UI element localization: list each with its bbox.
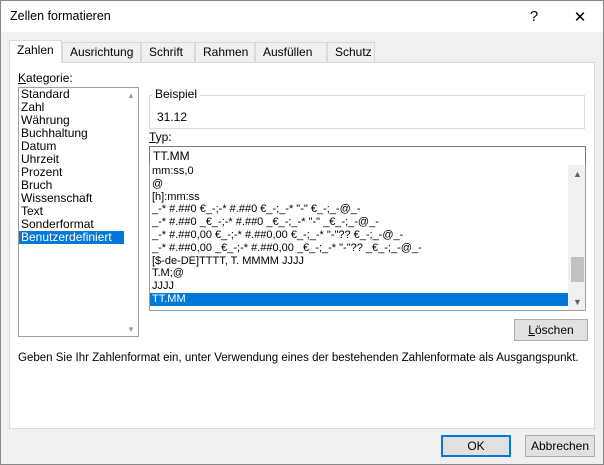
- category-item[interactable]: Benutzerdefiniert: [19, 231, 138, 244]
- category-label: Kategorie:: [18, 71, 73, 85]
- format-cells-dialog: Zellen formatieren ? ✕ Zahlen Ausrichtun…: [0, 0, 604, 465]
- tab-panel-zahlen: Kategorie: Standard Zahl Währung Buchhaltun…: [9, 62, 595, 429]
- example-value: 31.12: [157, 110, 188, 124]
- help-icon: ?: [529, 8, 539, 25]
- tab-label: Ausrichtung: [70, 45, 134, 59]
- tab-label: Zahlen: [17, 43, 54, 57]
- format-item[interactable]: [h]:mm:ss: [150, 191, 585, 204]
- tab-ausrichtung[interactable]: Ausrichtung: [62, 42, 141, 62]
- tab-label: Ausfüllen: [263, 45, 313, 59]
- delete-button[interactable]: Löschen: [514, 319, 588, 341]
- format-items: mm:ss,0 @ [h]:mm:ss _-* #.##0 €_-;-* #.##0 …: [150, 165, 585, 306]
- type-input[interactable]: TT.MM: [149, 146, 586, 166]
- window-title: Zellen formatieren: [10, 9, 111, 23]
- cancel-button-label: Abbrechen: [530, 439, 590, 453]
- format-scrollbar[interactable]: ▲ ▼: [568, 165, 585, 310]
- tab-schrift[interactable]: Schrift: [141, 42, 195, 62]
- tab-label: Schutz: [335, 45, 372, 59]
- format-item[interactable]: [$-de-DE]TTTT, T. MMMM JJJJ: [150, 255, 585, 268]
- close-icon: ✕: [573, 8, 587, 26]
- scroll-up-icon[interactable]: ▲: [569, 165, 585, 182]
- scroll-thumb[interactable]: [571, 257, 584, 282]
- tab-label: Schrift: [149, 45, 184, 59]
- example-label: Beispiel: [152, 87, 201, 101]
- category-list[interactable]: Standard Zahl Währung Buchhaltung Datum Uhrze…: [18, 87, 139, 337]
- format-item[interactable]: _-* #.##0,00 €_-;-* #.##0,00 €_-;_-* "-"…: [150, 229, 585, 242]
- type-label: Typ:: [149, 130, 172, 144]
- ok-button-label: OK: [467, 439, 485, 453]
- help-button[interactable]: ?: [511, 1, 557, 32]
- scroll-down-icon[interactable]: ▼: [569, 293, 585, 310]
- format-item[interactable]: mm:ss,0: [150, 165, 585, 178]
- close-button[interactable]: ✕: [557, 1, 603, 32]
- title-bar: Zellen formatieren ? ✕: [1, 1, 603, 32]
- format-item[interactable]: _-* #.##0 _€_-;-* #.##0 _€_-;_-* "-" _€_…: [150, 216, 585, 229]
- tab-rahmen[interactable]: Rahmen: [195, 42, 255, 62]
- tab-schutz[interactable]: Schutz: [327, 42, 375, 62]
- tab-label: Rahmen: [203, 45, 249, 59]
- delete-button-label: Löschen: [528, 323, 574, 337]
- scroll-down-icon[interactable]: ▼: [124, 322, 138, 336]
- category-scrollbar[interactable]: ▲ ▼: [124, 88, 138, 336]
- hint-text: Geben Sie Ihr Zahlenformat ein, unter Ve…: [18, 352, 579, 364]
- format-item[interactable]: @: [150, 178, 585, 191]
- ok-button[interactable]: OK: [441, 435, 511, 457]
- format-list[interactable]: mm:ss,0 @ [h]:mm:ss _-* #.##0 €_-;-* #.##0 …: [149, 165, 586, 311]
- example-group: Beispiel 31.12: [149, 87, 585, 129]
- cancel-button[interactable]: Abbrechen: [525, 435, 595, 457]
- category-items: Standard Zahl Währung Buchhaltung Datum Uhrze…: [19, 88, 138, 244]
- format-item[interactable]: T.M;@: [150, 267, 585, 280]
- format-item[interactable]: _-* #.##0 €_-;-* #.##0 €_-;_-* "-" €_-;_…: [150, 203, 585, 216]
- format-item[interactable]: TT.MM: [150, 292, 585, 306]
- format-item[interactable]: JJJJ: [150, 280, 585, 293]
- tab-ausfuellen[interactable]: Ausfüllen: [255, 42, 327, 62]
- tab-zahlen[interactable]: Zahlen: [9, 40, 62, 63]
- scroll-up-icon[interactable]: ▲: [124, 88, 138, 102]
- format-item[interactable]: _-* #.##0,00 _€_-;-* #.##0,00 _€_-;_-* "…: [150, 242, 585, 255]
